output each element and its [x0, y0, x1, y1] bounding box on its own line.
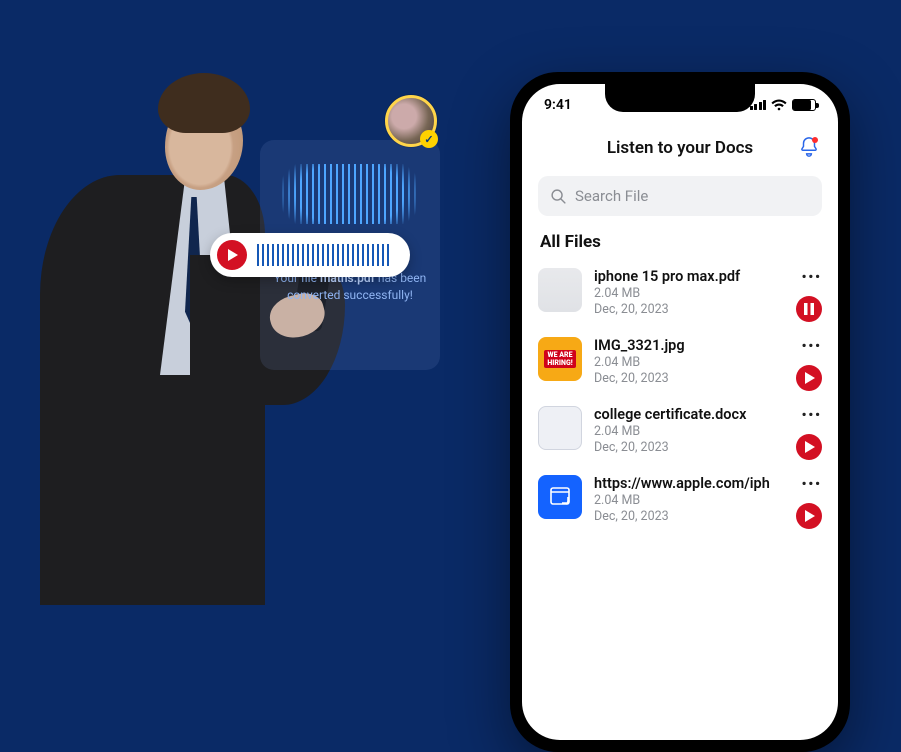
file-name: IMG_3321.jpg: [594, 337, 822, 354]
file-list: iphone 15 pro max.pdf 2.04 MB Dec, 20, 2…: [522, 258, 838, 534]
file-name: iphone 15 pro max.pdf: [594, 268, 822, 285]
list-item[interactable]: https://www.apple.com/iph 2.04 MB Dec, 2…: [522, 465, 838, 534]
phone-mockup: 9:41 Listen to your Docs All Files: [510, 72, 850, 752]
battery-icon: [792, 99, 816, 111]
promo-illustration: Your file maths.pdf has been converted s…: [0, 40, 490, 600]
file-size: 2.04 MB: [594, 424, 822, 439]
file-size: 2.04 MB: [594, 355, 822, 370]
file-size: 2.04 MB: [594, 286, 822, 301]
file-date: Dec, 20, 2023: [594, 302, 822, 317]
play-button[interactable]: [796, 503, 822, 529]
waveform-icon: [255, 244, 390, 266]
audio-player-pill[interactable]: [210, 233, 410, 277]
list-item[interactable]: WE AREHIRING! IMG_3321.jpg 2.04 MB Dec, …: [522, 327, 838, 396]
search-field[interactable]: [575, 187, 810, 205]
more-options-button[interactable]: •••: [802, 270, 822, 285]
file-thumbnail: WE AREHIRING!: [538, 337, 582, 381]
page-title: Listen to your Docs: [607, 138, 753, 158]
list-item[interactable]: iphone 15 pro max.pdf 2.04 MB Dec, 20, 2…: [522, 258, 838, 327]
file-date: Dec, 20, 2023: [594, 509, 822, 524]
avatar: ✓: [385, 95, 437, 147]
play-button[interactable]: [796, 365, 822, 391]
search-input[interactable]: [538, 176, 822, 216]
file-date: Dec, 20, 2023: [594, 440, 822, 455]
more-options-button[interactable]: •••: [802, 408, 822, 423]
waveform-icon: [280, 164, 420, 224]
notifications-button[interactable]: [798, 136, 820, 158]
app-header: Listen to your Docs: [522, 126, 838, 170]
phone-notch: [605, 84, 755, 112]
search-icon: [550, 188, 567, 205]
file-thumbnail: [538, 406, 582, 450]
more-options-button[interactable]: •••: [802, 339, 822, 354]
list-item[interactable]: college certificate.docx 2.04 MB Dec, 20…: [522, 396, 838, 465]
notification-dot-icon: [812, 137, 818, 143]
file-size: 2.04 MB: [594, 493, 822, 508]
verified-tick-icon: ✓: [420, 130, 438, 148]
wifi-icon: [771, 99, 787, 111]
pause-button[interactable]: [796, 296, 822, 322]
file-date: Dec, 20, 2023: [594, 371, 822, 386]
section-title: All Files: [540, 232, 820, 252]
file-name: college certificate.docx: [594, 406, 822, 423]
file-thumbnail: [538, 475, 582, 519]
file-thumbnail: [538, 268, 582, 312]
play-icon[interactable]: [217, 240, 247, 270]
status-time: 9:41: [544, 97, 572, 113]
more-options-button[interactable]: •••: [802, 477, 822, 492]
file-name: https://www.apple.com/iph: [594, 475, 822, 492]
play-button[interactable]: [796, 434, 822, 460]
